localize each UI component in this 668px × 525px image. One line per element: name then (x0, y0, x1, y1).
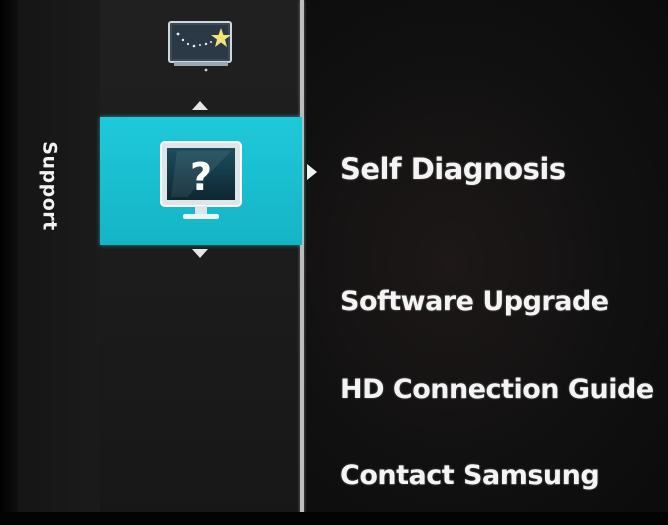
menu-item-hd-connection-guide[interactable]: HD Connection Guide (340, 374, 654, 405)
category-icon-column (100, 0, 300, 525)
tv-menu-screen: Support ? Self Diagnosis Software Upgrad… (0, 0, 668, 525)
support-menu-list: Self Diagnosis Software Upgrade HD Conne… (304, 0, 668, 525)
support-question-icon: ? (160, 141, 242, 219)
menu-item-contact-samsung[interactable]: Contact Samsung (340, 460, 600, 491)
category-column (18, 0, 100, 525)
tv-bezel-edge (0, 0, 18, 525)
question-mark-glyph: ? (190, 155, 212, 199)
picture-icon[interactable] (166, 20, 236, 72)
menu-item-software-upgrade[interactable]: Software Upgrade (340, 286, 609, 317)
category-label-text: Support (39, 140, 62, 231)
category-label: Support (20, 128, 80, 243)
arrow-down-icon[interactable] (192, 249, 208, 258)
menu-item-self-diagnosis[interactable]: Self Diagnosis (340, 152, 566, 186)
category-tile-support[interactable]: ? (100, 117, 302, 245)
arrow-up-icon[interactable] (192, 101, 208, 110)
tv-bezel-bottom (0, 512, 668, 525)
